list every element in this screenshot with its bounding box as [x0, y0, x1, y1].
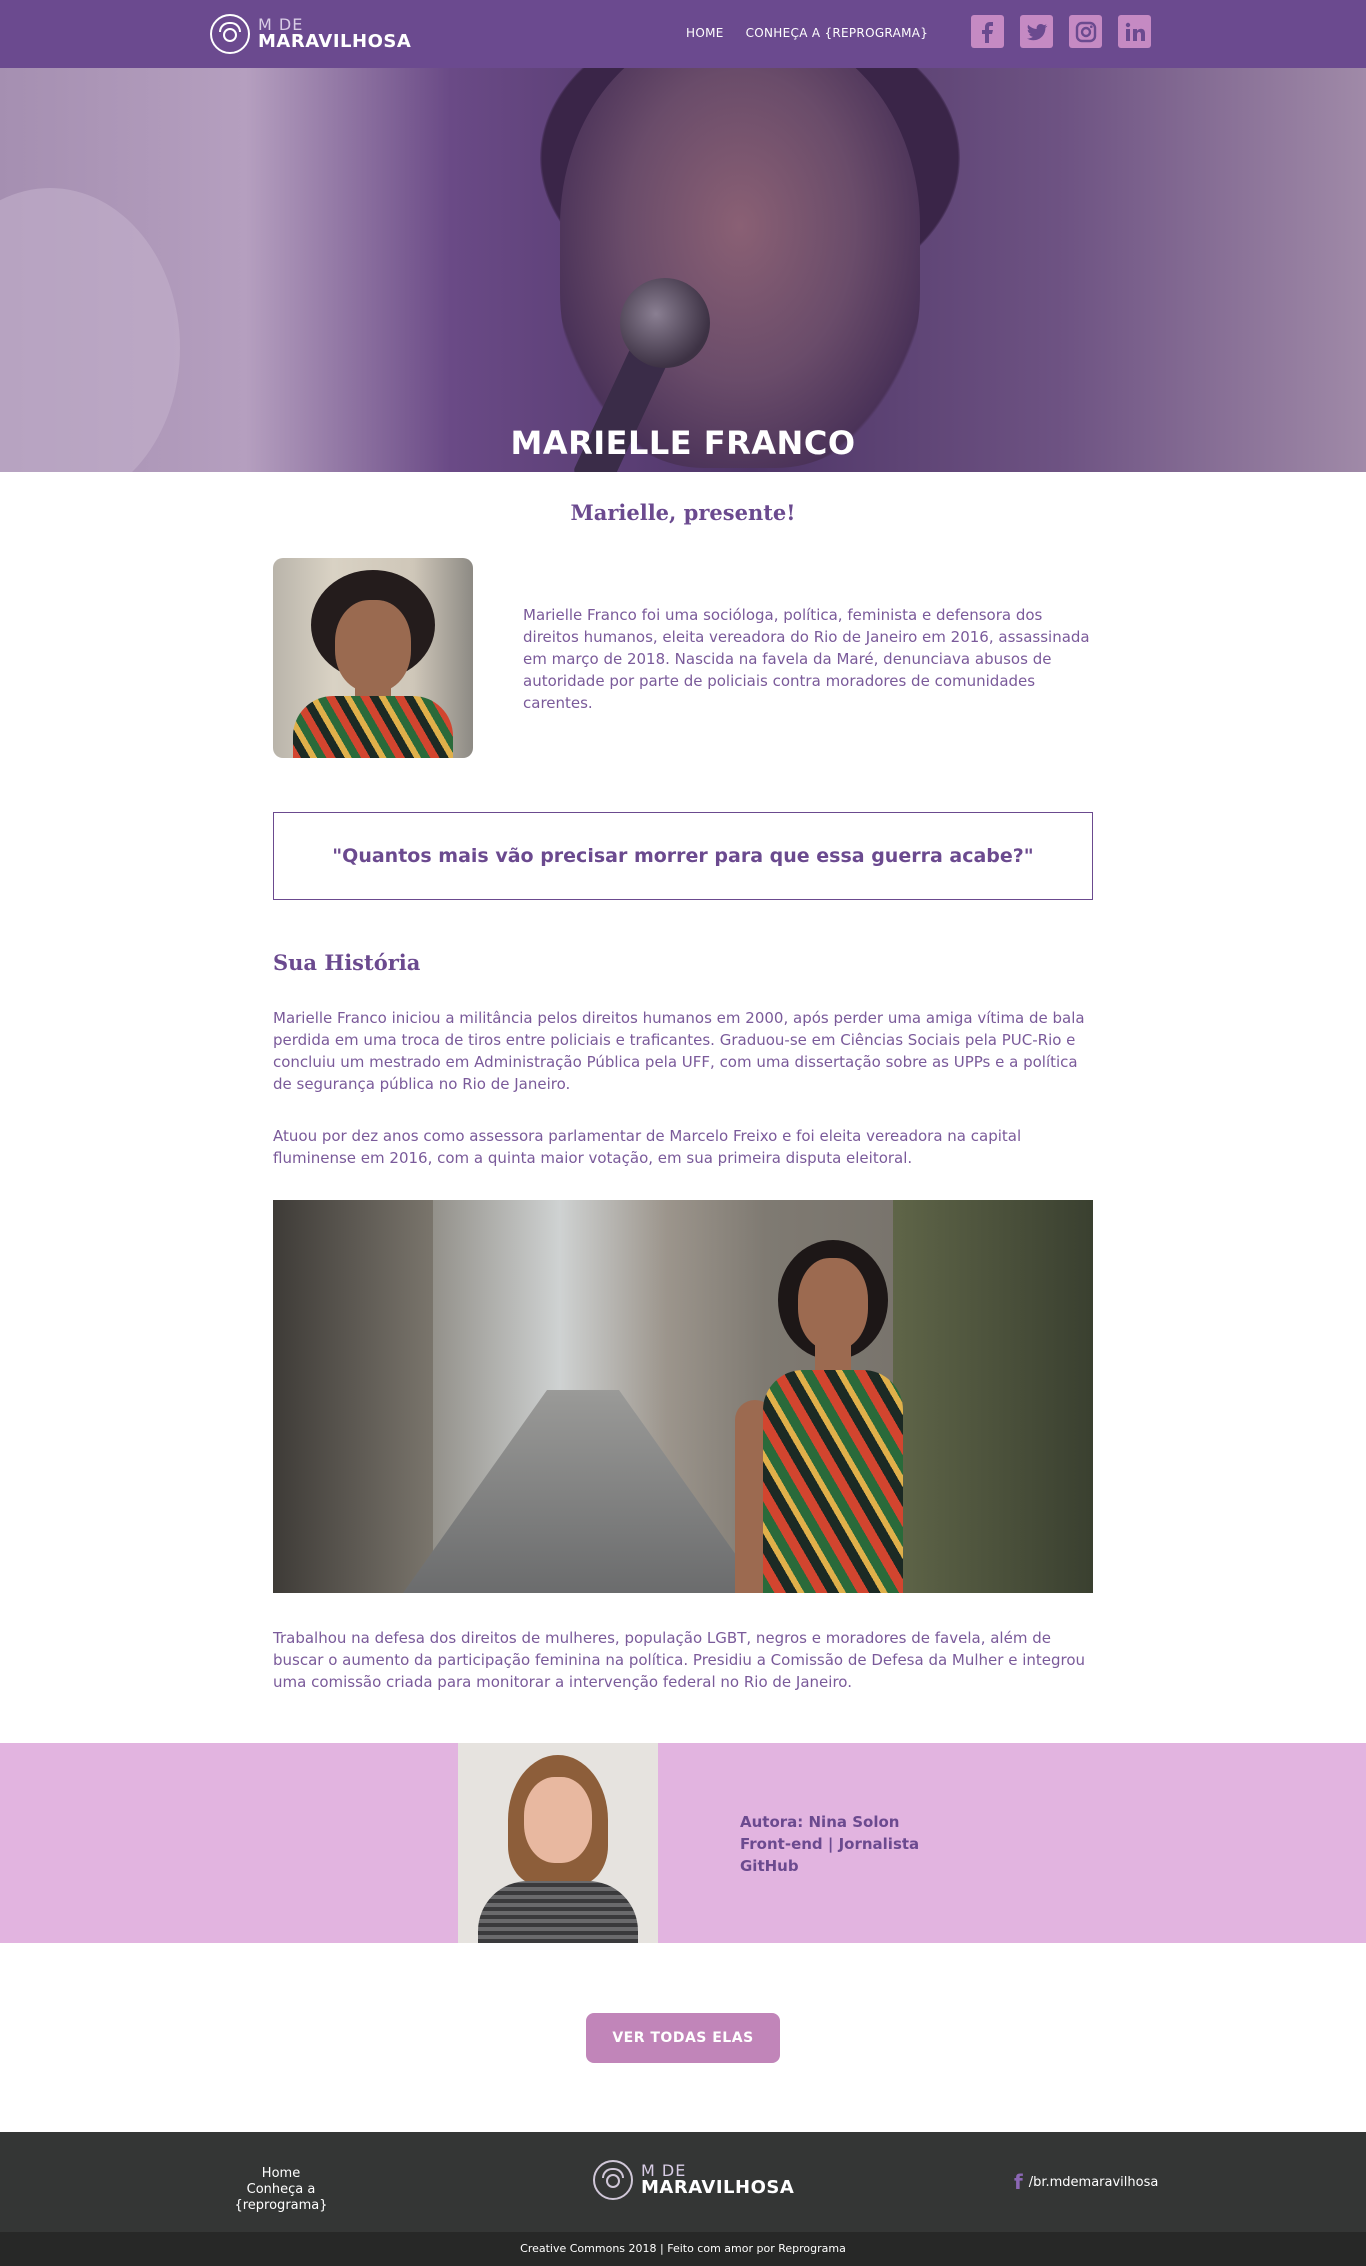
footer-facebook-link[interactable]: f /br.mdemaravilhosa: [1014, 2172, 1158, 2192]
history-paragraph-3: Trabalhou na defesa dos direitos de mulh…: [273, 1629, 1086, 1691]
nav-reprograma[interactable]: CONHEÇA A {REPROGRAMA}: [746, 26, 929, 40]
footer-links: Home Conheça a {reprograma}: [203, 2166, 359, 2214]
footer-logo-text: M DE MARAVILHOSA: [641, 2163, 794, 2197]
history-heading: Sua História: [273, 950, 421, 975]
see-all-button[interactable]: VER TODAS ELAS: [586, 2013, 780, 2063]
page-subtitle: Marielle, presente!: [570, 500, 796, 525]
author-role: Front-end | Jornalista: [740, 1835, 920, 1853]
main-nav: HOME CONHEÇA A {REPROGRAMA}: [686, 26, 928, 40]
portrait-image: [273, 558, 473, 758]
author-name: Autora: Nina Solon: [740, 1813, 900, 1831]
facebook-icon[interactable]: [971, 15, 1004, 48]
author-avatar: [458, 1743, 658, 1943]
footer-link-reprograma[interactable]: Conheça a {reprograma}: [203, 2182, 359, 2214]
footer-link-home[interactable]: Home: [203, 2166, 359, 2182]
footer-logo-text-big: MARAVILHOSA: [641, 2177, 795, 2198]
copyright-bar: Creative Commons 2018 | Feito com amor p…: [0, 2232, 1366, 2266]
hero-microphone: [620, 278, 710, 368]
facebook-icon: f: [1014, 2170, 1023, 2194]
history-paragraph-2: Atuou por dez anos como assessora parlam…: [273, 1127, 1022, 1167]
footer-logo[interactable]: M DE MARAVILHOSA: [593, 2160, 794, 2200]
author-section: Autora: Nina Solon Front-end | Jornalist…: [0, 1743, 1366, 1943]
footer-facebook-label: /br.mdemaravilhosa: [1028, 2174, 1159, 2190]
twitter-icon[interactable]: [1020, 15, 1053, 48]
logo-text: M DE MARAVILHOSA: [258, 17, 411, 51]
footer-logo-badge-icon: [593, 2160, 633, 2200]
street-photo: [273, 1200, 1093, 1593]
intro-text: Marielle Franco foi uma socióloga, polít…: [523, 606, 1090, 712]
quote-text: "Quantos mais vão precisar morrer para q…: [332, 845, 1034, 867]
hero-title: MARIELLE FRANCO: [510, 424, 856, 462]
logo-text-big: MARAVILHOSA: [258, 31, 412, 52]
site-logo[interactable]: M DE MARAVILHOSA: [210, 12, 411, 56]
linkedin-icon[interactable]: [1118, 15, 1151, 48]
hero-banner: MARIELLE FRANCO: [0, 68, 1366, 472]
author-github-link[interactable]: GitHub: [740, 1855, 919, 1877]
author-info: Autora: Nina Solon Front-end | Jornalist…: [740, 1811, 919, 1877]
social-links: [971, 15, 1151, 48]
logo-badge-icon: [210, 14, 250, 54]
footer: Home Conheça a {reprograma} M DE MARAVIL…: [0, 2132, 1366, 2232]
instagram-icon[interactable]: [1069, 15, 1102, 48]
top-navbar: M DE MARAVILHOSA HOME CONHEÇA A {REPROGR…: [0, 0, 1366, 68]
copyright-text: Creative Commons 2018 | Feito com amor p…: [520, 2242, 846, 2255]
quote-box: "Quantos mais vão precisar morrer para q…: [273, 812, 1093, 900]
history-paragraph-1: Marielle Franco iniciou a militância pel…: [273, 1009, 1085, 1093]
nav-home[interactable]: HOME: [686, 26, 724, 40]
